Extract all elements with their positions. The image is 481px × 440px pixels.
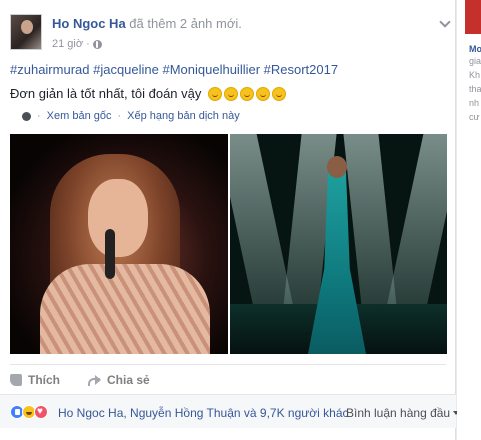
post-meta: 21 giờ · <box>52 38 102 50</box>
author-name[interactable]: Ho Ngoc Ha <box>52 16 126 31</box>
post-caption: Đơn giản là tốt nhất, tôi đoán vậy <box>10 86 287 101</box>
photo-singer-closeup[interactable] <box>10 134 228 354</box>
smile-emoji-icon <box>240 86 255 101</box>
post-action-text: đã thêm 2 ảnh mới. <box>129 16 242 31</box>
right-column-line: tha <box>469 84 481 94</box>
thumbs-up-icon <box>10 374 22 386</box>
author-avatar[interactable] <box>10 14 42 50</box>
like-button[interactable]: Thích <box>10 373 60 387</box>
sort-label: Bình luận hàng đầu <box>346 406 451 420</box>
caption-text: Đơn giản là tốt nhất, tôi đoán vậy <box>10 86 202 101</box>
post-header: Ho Ngoc Ha đã thêm 2 ảnh mới. 21 giờ · <box>10 10 450 54</box>
love-icon <box>34 405 48 419</box>
feed-post: Ho Ngoc Ha đã thêm 2 ảnh mới. 21 giờ · #… <box>0 0 460 440</box>
post-photos <box>10 134 447 354</box>
photo-singer-stage[interactable] <box>230 134 447 354</box>
post-hashtags[interactable]: #zuhairmurad #jacqueline #Moniquelhuilli… <box>10 62 338 77</box>
right-column-line[interactable]: Mo <box>469 44 481 54</box>
caption-emojis <box>208 86 287 101</box>
globe-icon[interactable] <box>92 39 102 49</box>
right-column: Mo gia Kh tha nh cư <box>457 0 481 440</box>
right-column-line: nh <box>469 98 480 108</box>
right-column-line: gia <box>469 56 481 66</box>
right-column-line: cư <box>469 112 480 122</box>
like-label: Thích <box>28 373 60 387</box>
author-line: Ho Ngoc Ha đã thêm 2 ảnh mới. <box>52 16 242 31</box>
reaction-icons[interactable] <box>10 405 48 419</box>
reactions-row: Ho Ngoc Ha, Nguyễn Hồng Thuận và 9,7K ng… <box>0 394 460 428</box>
translation-bar: · Xem bản gốc · Xếp hạng bản dịch này <box>22 110 240 122</box>
ad-thumbnail[interactable] <box>465 0 481 34</box>
chevron-down-icon[interactable] <box>440 18 450 28</box>
gear-icon[interactable] <box>22 111 31 121</box>
post-timestamp[interactable]: 21 giờ <box>52 38 83 50</box>
share-icon <box>88 375 101 386</box>
share-label: Chia sẻ <box>107 373 150 387</box>
right-column-line: Kh <box>469 70 481 80</box>
smile-emoji-icon <box>272 86 287 101</box>
post-actions: Thích Chia sẻ <box>10 364 446 394</box>
reactors-summary[interactable]: Ho Ngoc Ha, Nguyễn Hồng Thuận và 9,7K ng… <box>58 406 349 420</box>
smile-emoji-icon <box>208 86 223 101</box>
smile-emoji-icon <box>224 86 239 101</box>
comment-sort-dropdown[interactable]: Bình luận hàng đầu <box>346 406 460 420</box>
smile-emoji-icon <box>256 86 271 101</box>
rate-translation-link[interactable]: Xếp hạng bản dịch này <box>127 110 240 122</box>
microphone-icon <box>105 229 115 279</box>
share-button[interactable]: Chia sẻ <box>88 373 150 387</box>
see-original-link[interactable]: Xem bản gốc <box>47 110 112 122</box>
